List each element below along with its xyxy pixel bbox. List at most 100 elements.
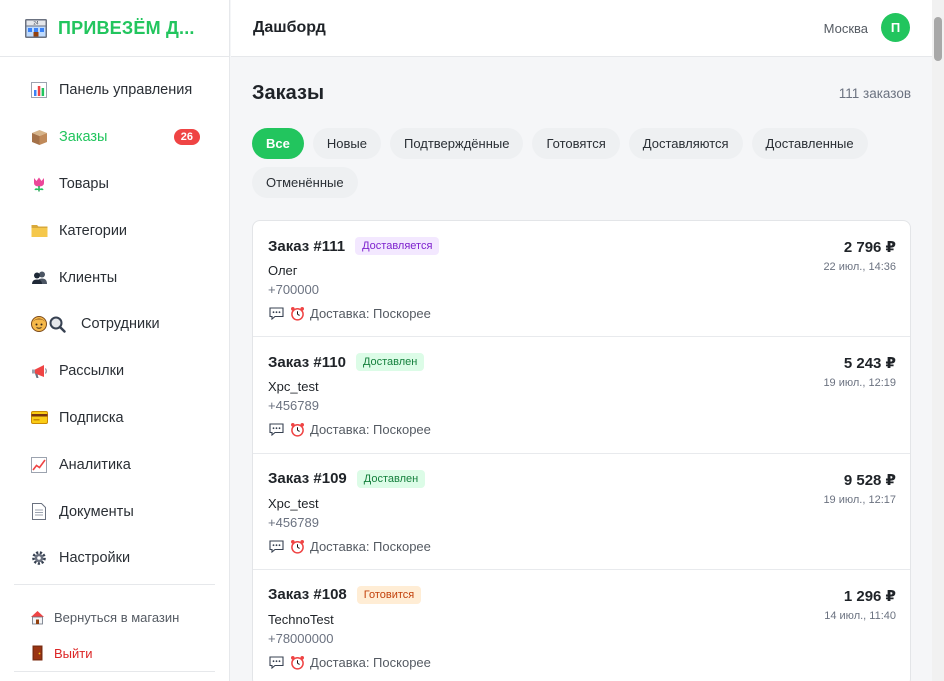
alarm-clock-icon xyxy=(289,539,305,554)
sidebar-item-analytics[interactable]: Аналитика xyxy=(0,441,229,488)
alarm-clock-icon xyxy=(289,655,305,670)
filter-confirmed[interactable]: Подтверждённые xyxy=(389,128,524,159)
order-price: 1 296 ₽ xyxy=(843,587,896,605)
speech-bubble-icon xyxy=(268,423,284,437)
sidebar-item-label: Подписка xyxy=(59,409,124,426)
credit-card-icon xyxy=(30,409,48,427)
page-scrollbar[interactable] xyxy=(932,0,944,681)
sidebar-item-label: Сотрудники xyxy=(81,316,160,333)
trend-chart-icon xyxy=(30,456,48,474)
sidebar-item-dashboard[interactable]: Панель управления xyxy=(0,67,229,114)
scrollbar-thumb[interactable] xyxy=(934,17,942,61)
document-icon xyxy=(30,503,48,521)
filter-cancelled[interactable]: Отменённые xyxy=(252,167,358,198)
sidebar-item-label: Товары xyxy=(59,175,109,192)
brand-name: ПРИВЕЗЁМ Д... xyxy=(58,17,195,38)
customer-name: Xpc_test xyxy=(268,379,319,395)
sidebar-footer: Вернуться в магазин Выйти xyxy=(14,584,215,672)
filter-delivered[interactable]: Доставленные xyxy=(751,128,868,159)
footer-divider xyxy=(14,671,215,672)
logout-link[interactable]: Выйти xyxy=(14,635,215,671)
sidebar-item-settings[interactable]: Настройки xyxy=(0,535,229,582)
sidebar-item-clients[interactable]: Клиенты xyxy=(0,254,229,301)
speech-bubble-icon xyxy=(268,539,284,553)
sidebar-item-staff[interactable]: Сотрудники xyxy=(0,301,229,348)
alarm-clock-icon xyxy=(289,307,305,321)
order-date: 14 июл., 11:40 xyxy=(824,609,896,622)
delivery-info: Доставка: Поскорее xyxy=(268,422,895,437)
order-card[interactable]: Заказ #109 Доставлен Xpc_test +456789 До… xyxy=(253,454,910,570)
alarm-clock-icon xyxy=(289,423,305,437)
order-title: Заказ #111 xyxy=(268,237,346,255)
sidebar-item-categories[interactable]: Категории xyxy=(0,207,229,254)
filter-delivering[interactable]: Доставляются xyxy=(628,128,743,159)
order-card[interactable]: Заказ #111 Доставляется Олег +700000 Дос… xyxy=(253,221,910,338)
gear-icon xyxy=(30,549,48,567)
header-title: Дашборд xyxy=(253,19,326,36)
speech-bubble-icon xyxy=(268,655,284,669)
delivery-info: Доставка: Поскорее xyxy=(268,539,895,554)
customer-name: TechnoTest xyxy=(268,611,334,627)
order-title: Заказ #108 xyxy=(268,586,347,604)
sidebar-item-documents[interactable]: Документы xyxy=(0,488,229,535)
order-date: 19 июл., 12:17 xyxy=(823,493,896,506)
order-date: 19 июл., 12:19 xyxy=(823,377,896,390)
sidebar-item-label: Панель управления xyxy=(59,82,193,99)
filter-new[interactable]: Новые xyxy=(312,128,381,159)
house-icon xyxy=(28,608,46,626)
avatar[interactable]: П xyxy=(881,13,910,42)
status-badge: Доставлен xyxy=(355,353,425,372)
back-to-shop-link[interactable]: Вернуться в магазин xyxy=(14,599,215,635)
order-title: Заказ #110 xyxy=(268,353,346,371)
page-title: Заказы xyxy=(252,81,325,104)
delivery-label: Доставка: Поскорее xyxy=(310,306,431,321)
megaphone-icon xyxy=(30,362,48,380)
users-icon xyxy=(30,269,48,287)
sidebar-item-products[interactable]: Товары xyxy=(0,161,229,208)
door-icon xyxy=(28,644,46,662)
sidebar-item-label: Заказы xyxy=(59,129,108,146)
chart-icon xyxy=(30,81,48,99)
svg-text:24: 24 xyxy=(33,21,39,26)
order-card[interactable]: Заказ #108 Готовится TechnoTest +7800000… xyxy=(253,570,910,681)
back-to-shop-label: Вернуться в магазин xyxy=(54,609,180,625)
filter-all[interactable]: Все xyxy=(252,128,304,159)
main-content: Заказы 111 заказов Все Новые Подтверждён… xyxy=(231,57,932,681)
customer-phone: +700000 xyxy=(268,282,319,297)
sidebar-item-label: Клиенты xyxy=(59,269,118,286)
filter-preparing[interactable]: Готовятся xyxy=(532,128,620,159)
speech-bubble-icon xyxy=(268,307,284,321)
sidebar-item-label: Рассылки xyxy=(59,363,125,380)
sidebar-item-label: Настройки xyxy=(59,550,131,567)
order-price: 2 796 ₽ xyxy=(843,239,896,256)
sidebar: 24 ПРИВЕЗЁМ Д... Панель управления Заказ… xyxy=(0,0,230,681)
order-title: Заказ #109 xyxy=(268,470,347,488)
sidebar-item-orders[interactable]: Заказы 26 xyxy=(0,114,229,161)
order-card[interactable]: Заказ #110 Доставлен Xpc_test +456789 До… xyxy=(253,337,910,454)
sidebar-item-mailings[interactable]: Рассылки xyxy=(0,348,229,395)
tulip-icon xyxy=(30,175,48,193)
staff-search-icon xyxy=(30,315,68,334)
shop-icon: 24 xyxy=(24,16,48,40)
status-badge: Готовится xyxy=(356,585,422,604)
delivery-label: Доставка: Поскорее xyxy=(310,422,431,438)
sidebar-item-label: Категории xyxy=(59,222,128,239)
page-head: Заказы 111 заказов xyxy=(252,81,911,105)
sidebar-item-subscription[interactable]: Подписка xyxy=(0,395,229,442)
folder-icon xyxy=(30,222,48,240)
logout-label: Выйти xyxy=(54,645,93,661)
delivery-info: Доставка: Поскорее xyxy=(268,306,895,321)
city-selector[interactable]: Москва xyxy=(824,21,868,36)
delivery-info: Доставка: Поскорее xyxy=(268,655,895,670)
brand[interactable]: 24 ПРИВЕЗЁМ Д... xyxy=(0,0,229,57)
customer-phone: +456789 xyxy=(268,514,319,530)
status-badge: Доставляется xyxy=(355,237,440,255)
orders-count-badge: 26 xyxy=(173,129,200,146)
package-icon xyxy=(30,128,48,146)
customer-phone: +78000000 xyxy=(268,630,334,646)
top-header: Дашборд Москва П xyxy=(231,0,944,57)
customer-name: Xpc_test xyxy=(268,495,319,511)
sidebar-item-label: Документы xyxy=(59,503,134,520)
order-price: 5 243 ₽ xyxy=(843,355,896,373)
sidebar-nav: Панель управления Заказы 26 Товары Катег… xyxy=(0,57,229,582)
